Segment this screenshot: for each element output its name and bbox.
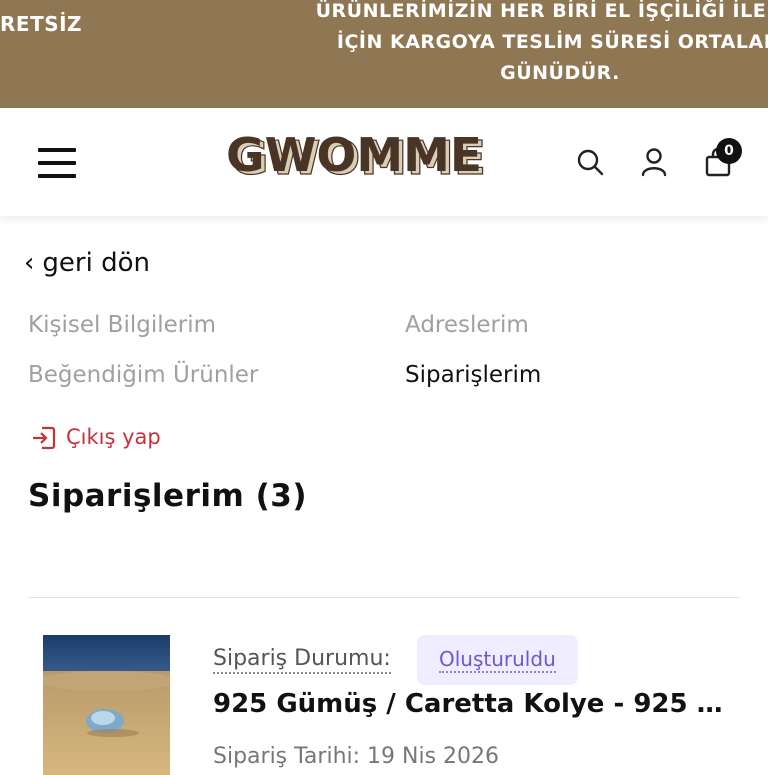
- nav-addresses[interactable]: Adreslerim: [405, 312, 529, 338]
- back-link[interactable]: ‹ geri dön: [24, 248, 150, 278]
- site-header: GWOMME GWOMME 0: [0, 108, 768, 216]
- page-title: Siparişlerim (3): [28, 478, 307, 514]
- order-status-label: Sipariş Durumu:: [213, 646, 391, 674]
- search-icon[interactable]: [574, 146, 606, 178]
- status-badge: Oluşturuldu: [417, 635, 578, 685]
- user-icon[interactable]: [638, 146, 670, 178]
- product-name-link[interactable]: 925 Gümüş / Caretta Kolye - 925 Gümüş: [213, 689, 743, 719]
- banner-line: ÜRÜNLERİMİZİN HER BİRİ EL İŞÇİLİĞİ İLE Ü…: [315, 0, 768, 22]
- banner-text-left: RETSİZ: [0, 12, 83, 36]
- menu-icon[interactable]: [38, 148, 76, 180]
- svg-text:GWOMME: GWOMME: [226, 128, 482, 182]
- announcement-banner: RETSİZ ÜRÜNLERİMİZİN HER BİRİ EL İŞÇİLİĞ…: [0, 0, 768, 108]
- logout-label: Çıkış yap: [66, 425, 161, 449]
- banner-line: İÇİN KARGOYA TESLİM SÜRESİ ORTALAM: [336, 31, 768, 53]
- brand-logo[interactable]: GWOMME GWOMME: [224, 126, 486, 186]
- banner-line: GÜNÜDÜR.: [500, 62, 620, 84]
- cart-count-badge: 0: [716, 138, 742, 164]
- chevron-left-icon: ‹: [24, 248, 35, 278]
- nav-orders[interactable]: Siparişlerim: [405, 362, 541, 388]
- nav-liked-products[interactable]: Beğendiğim Ürünler: [28, 362, 258, 388]
- divider: [28, 597, 740, 598]
- product-image[interactable]: [43, 635, 170, 775]
- logout-button[interactable]: Çıkış yap: [30, 424, 161, 452]
- banner-text-right: ÜRÜNLERİMİZİN HER BİRİ EL İŞÇİLİĞİ İLE Ü…: [300, 0, 768, 89]
- order-date: Sipariş Tarihi: 19 Nis 2026: [213, 744, 500, 769]
- nav-personal-info[interactable]: Kişisel Bilgilerim: [28, 312, 216, 338]
- logout-icon: [33, 426, 56, 450]
- back-link-label: geri dön: [42, 248, 150, 278]
